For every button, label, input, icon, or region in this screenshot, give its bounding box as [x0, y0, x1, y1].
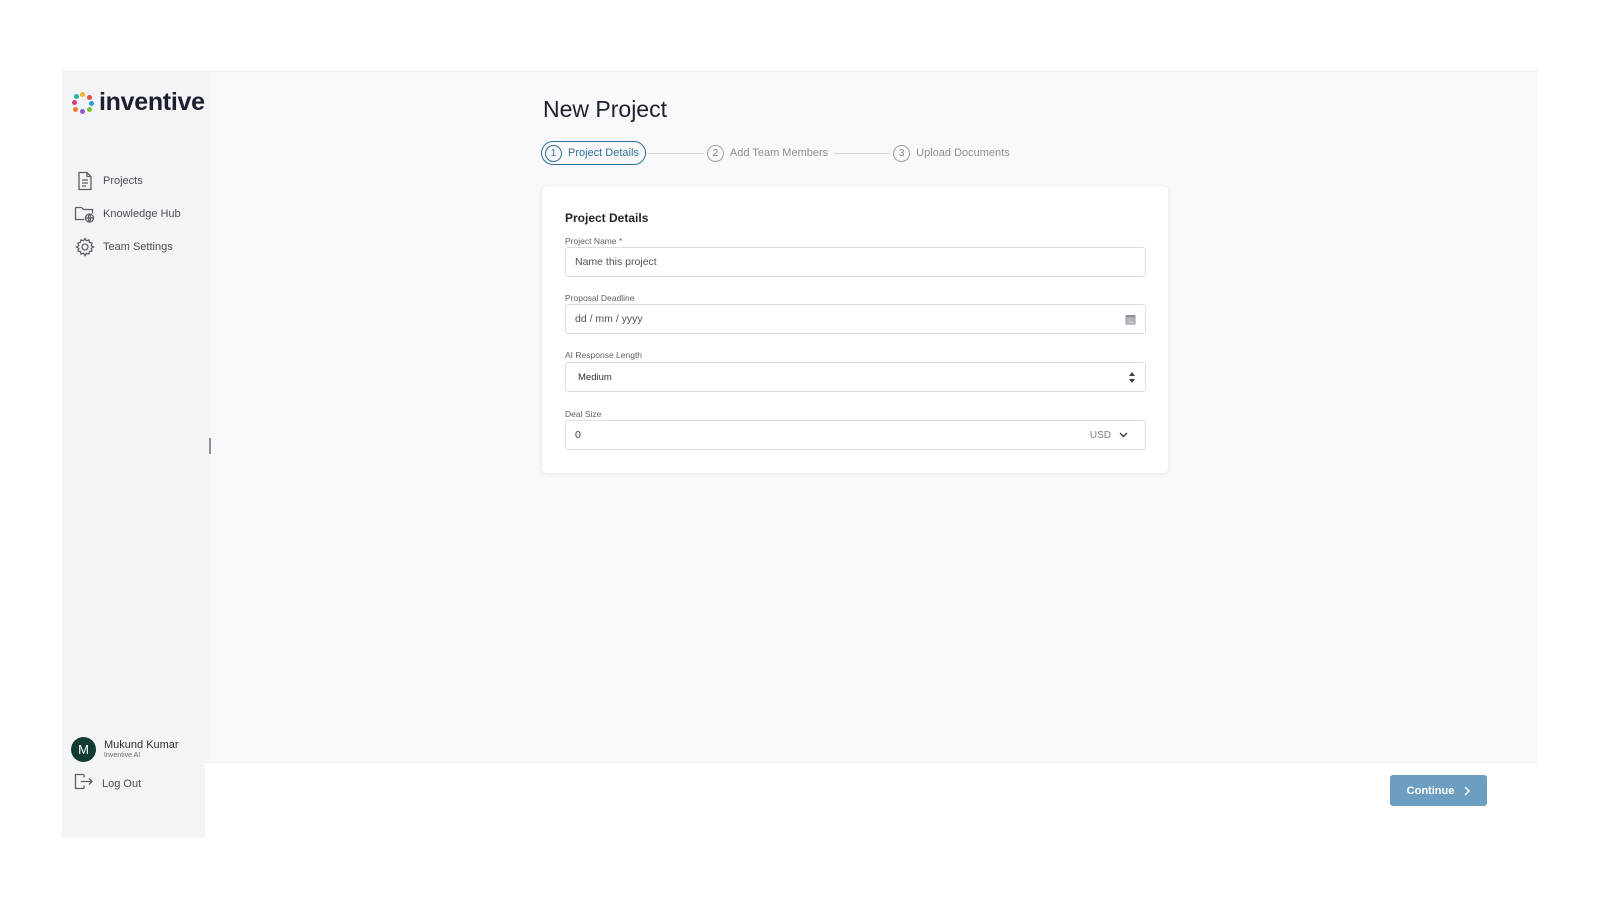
gear-icon: [74, 236, 95, 257]
calendar-icon[interactable]: [1125, 314, 1136, 325]
footer-bar: Continue: [205, 762, 1538, 838]
project-name-field: [565, 247, 1146, 277]
app-window: inventive Projects Knowledge Hub Team Se…: [62, 71, 1538, 838]
logout-label: Log Out: [102, 778, 142, 790]
card-title: Project Details: [565, 211, 649, 225]
continue-label: Continue: [1406, 784, 1455, 797]
step-add-team-members[interactable]: 2 Add Team Members: [704, 141, 834, 165]
project-name-input[interactable]: [575, 256, 1136, 268]
user-org: Inventive AI: [104, 752, 141, 759]
deadline-input[interactable]: [575, 313, 1125, 325]
step-label: Add Team Members: [729, 147, 829, 159]
deadline-label: Proposal Deadline: [565, 293, 635, 303]
brand-name: inventive: [99, 88, 205, 116]
step-label: Project Details: [568, 147, 639, 159]
currency-value: USD: [1089, 429, 1111, 441]
sidebar-item-label: Projects: [103, 174, 143, 187]
stepper: 1 Project Details 2 Add Team Members 3 U…: [541, 141, 1016, 165]
step-connector: [834, 152, 891, 154]
project-name-label: Project Name *: [565, 236, 623, 246]
step-connector: [645, 152, 704, 154]
chevron-right-icon: [1464, 785, 1471, 796]
currency-select[interactable]: USD: [1090, 430, 1136, 441]
sidebar-item-projects[interactable]: Projects: [74, 164, 208, 197]
brand-logo[interactable]: inventive: [72, 88, 205, 117]
sidebar-item-knowledge-hub[interactable]: Knowledge Hub: [74, 197, 208, 230]
logout-icon: [74, 773, 94, 795]
logo-mark-icon: [72, 91, 94, 114]
user-name: Mukund Kumar: [104, 739, 179, 751]
response-length-label: AI Response Length: [565, 350, 643, 360]
sidebar-nav: Projects Knowledge Hub Team Settings: [74, 164, 208, 263]
sidebar: inventive Projects Knowledge Hub Team Se…: [62, 72, 210, 838]
document-icon: [74, 170, 95, 191]
page-title: New Project: [543, 96, 667, 122]
deal-size-field: USD: [565, 420, 1146, 450]
chevron-down-icon: [1119, 432, 1128, 438]
step-number: 2: [706, 144, 724, 162]
step-label: Upload Documents: [916, 147, 1010, 159]
folder-globe-icon: [74, 203, 95, 224]
step-number: 1: [545, 144, 562, 162]
step-upload-documents[interactable]: 3 Upload Documents: [890, 141, 1016, 165]
deadline-field: [565, 304, 1146, 334]
step-number: 3: [893, 144, 911, 162]
deal-size-input[interactable]: [575, 429, 1090, 441]
sidebar-item-label: Team Settings: [103, 240, 173, 253]
response-length-select[interactable]: Medium: [565, 362, 1146, 392]
deal-size-label: Deal Size: [565, 409, 602, 419]
project-details-card: Project Details Project Name * Proposal …: [541, 185, 1169, 474]
sidebar-item-team-settings[interactable]: Team Settings: [74, 230, 208, 263]
avatar: M: [71, 737, 96, 762]
sidebar-resize-handle[interactable]: [209, 438, 211, 454]
sidebar-item-label: Knowledge Hub: [103, 207, 181, 220]
select-arrows-icon: [1128, 371, 1136, 384]
response-length-value: Medium: [578, 371, 612, 383]
continue-button[interactable]: Continue: [1390, 775, 1487, 806]
logout-button[interactable]: Log Out: [74, 773, 141, 795]
step-project-details[interactable]: 1 Project Details: [541, 141, 646, 165]
user-profile[interactable]: M Mukund Kumar Inventive AI: [71, 737, 179, 762]
